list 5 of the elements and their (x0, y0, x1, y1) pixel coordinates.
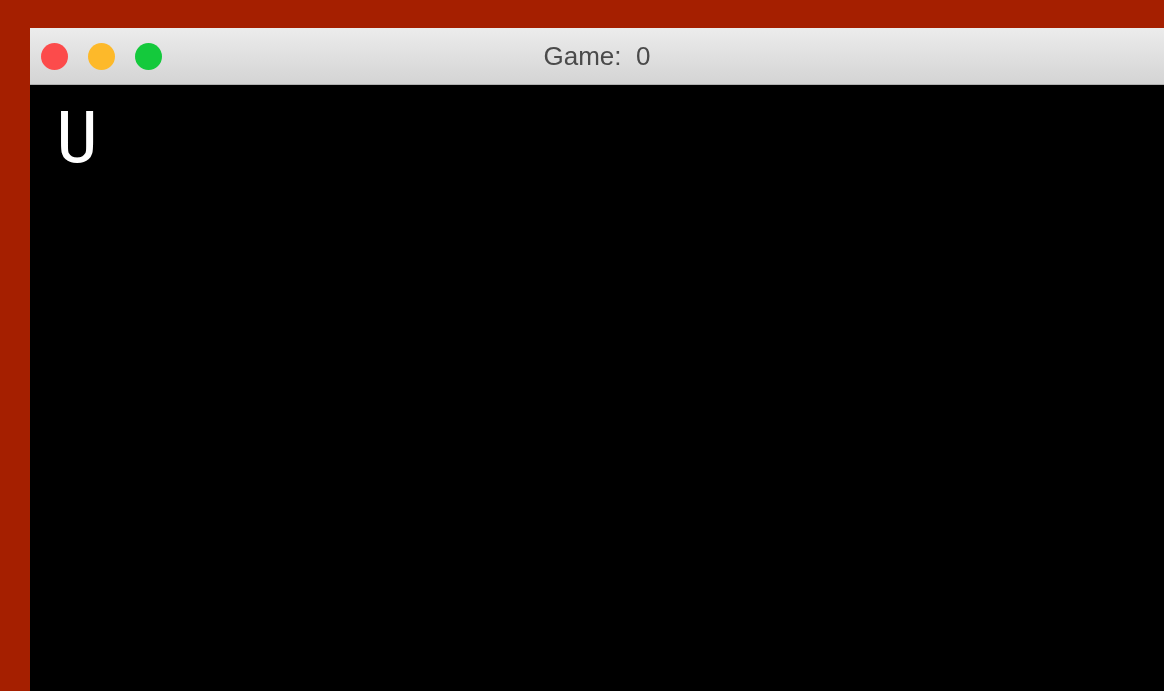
zoom-button[interactable] (135, 42, 162, 70)
minimize-button[interactable] (88, 42, 115, 70)
close-button[interactable] (41, 42, 68, 70)
window-title: Game: 0 (543, 40, 651, 72)
game-character: U (56, 103, 99, 173)
